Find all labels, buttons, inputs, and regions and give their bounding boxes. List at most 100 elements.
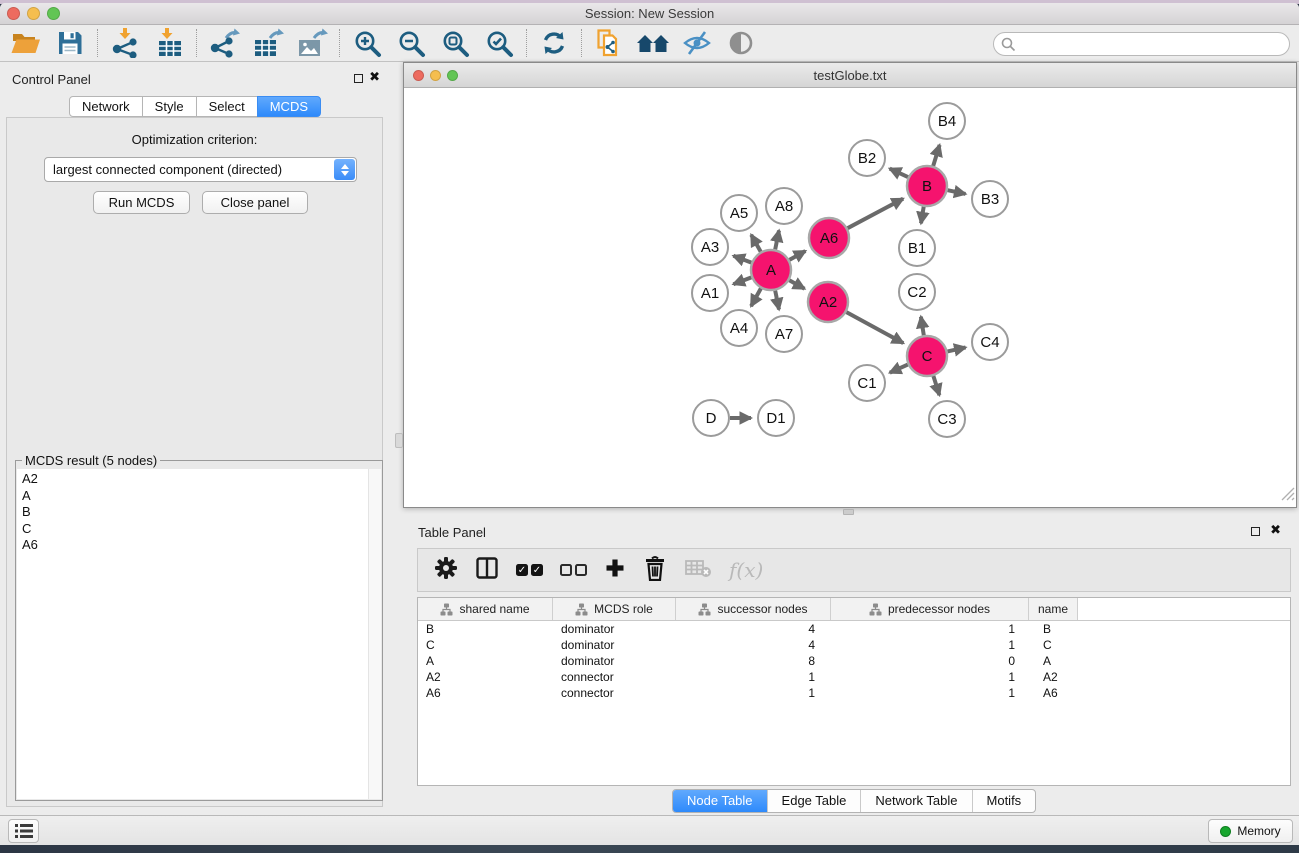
graph-edge[interactable] [890,169,908,178]
table-row[interactable]: A2connector11A2 [418,669,1290,685]
column-label: name [1038,602,1068,616]
graph-node-label: A1 [701,285,719,302]
table-header-row: shared name MCDS role successor nodes [418,598,1290,621]
task-history-button[interactable] [8,819,39,843]
export-table-button[interactable] [248,27,288,59]
create-column-button[interactable] [604,557,626,584]
function-builder-button[interactable]: f(x) [729,558,763,582]
graph-edge[interactable] [733,256,751,263]
open-session-button[interactable] [6,27,46,59]
graph-edge[interactable] [733,277,751,284]
zoom-in-button[interactable] [347,27,387,59]
mcds-result-item[interactable]: A [17,488,368,505]
window-resize-grip[interactable] [1281,487,1295,506]
tab-mcds[interactable]: MCDS [257,96,321,117]
column-header-mcds-role[interactable]: MCDS role [553,598,676,620]
toolbar-separator [97,29,98,57]
graph-edge[interactable] [848,199,904,229]
criterion-select[interactable]: largest connected component (directed) [44,157,357,182]
import-table-button[interactable] [149,27,189,59]
app-title: Session: New Session [0,6,1299,21]
zoom-selected-button[interactable] [479,27,519,59]
close-panel-button[interactable]: Close panel [202,191,308,214]
zoom-fit-button[interactable] [435,27,475,59]
graph-edge[interactable] [751,288,761,306]
table-row[interactable]: Adominator80A [418,653,1290,669]
graph-edge[interactable] [890,365,908,373]
table-body: Bdominator41BCdominator41CAdominator80AA… [418,621,1290,701]
graph-edge[interactable] [775,231,779,250]
import-network-button[interactable] [105,27,145,59]
tab-style[interactable]: Style [142,96,197,117]
show-all-button[interactable] [721,27,761,59]
graph-edge[interactable] [933,376,939,395]
select-all-columns-button[interactable]: ✓ ✓ [516,564,543,576]
graph-edge[interactable] [948,347,966,351]
delete-table-button[interactable] [684,557,712,584]
table-settings-button[interactable] [434,556,458,585]
clone-network-icon [594,28,624,58]
graph-edge[interactable] [775,291,779,310]
table-row[interactable]: A6connector11A6 [418,685,1290,701]
zoom-out-button[interactable] [391,27,431,59]
column-label: MCDS role [594,602,653,616]
result-list-scrollbar[interactable] [368,469,381,799]
memory-label: Memory [1237,824,1280,838]
graph-edge[interactable] [921,317,924,336]
graph-edge[interactable] [921,207,924,224]
save-session-button[interactable] [50,27,90,59]
horizontal-splitter-handle[interactable] [843,509,854,515]
run-mcds-button[interactable]: Run MCDS [93,191,190,214]
graph-node-label: A2 [819,294,837,311]
graph-edge[interactable] [751,235,761,252]
close-panel-icon[interactable]: ✖ [369,70,380,84]
tab-edge-table[interactable]: Edge Table [767,790,861,812]
first-neighbors-button[interactable] [633,27,673,59]
clone-network-button[interactable] [589,27,629,59]
network-window-titlebar[interactable]: testGlobe.txt [404,63,1296,88]
zoom-selected-icon [485,29,514,58]
float-panel-icon[interactable] [354,74,363,83]
graph-edge[interactable] [933,145,939,166]
table-row[interactable]: Bdominator41B [418,621,1290,637]
tab-select[interactable]: Select [196,96,258,117]
search-input[interactable] [993,32,1290,56]
export-network-button[interactable] [204,27,244,59]
mcds-result-item[interactable]: B [17,504,368,521]
toolbar-separator [339,29,340,57]
memory-button[interactable]: Memory [1208,819,1293,843]
tab-network[interactable]: Network [69,96,143,117]
graph-edge[interactable] [846,312,903,343]
tab-node-table[interactable]: Node Table [673,790,767,812]
table-cell: 4 [676,622,831,636]
column-header-shared-name[interactable]: shared name [418,598,553,620]
tab-network-table[interactable]: Network Table [860,790,971,812]
mcds-result-item[interactable]: C [17,521,368,538]
close-table-panel-icon[interactable]: ✖ [1270,523,1281,537]
table-cell: 1 [831,686,1029,700]
mcds-result-item[interactable]: A6 [17,537,368,554]
refresh-button[interactable] [534,27,574,59]
table-panel-tabs: Node Table Edge Table Network Table Moti… [672,789,1036,813]
column-header-successor-nodes[interactable]: successor nodes [676,598,831,620]
vertical-splitter-handle[interactable] [395,433,403,448]
column-header-name[interactable]: name [1029,598,1078,620]
toggle-panels-button[interactable] [475,556,499,585]
mcds-result-item[interactable]: A2 [17,469,368,488]
network-canvas[interactable]: B4B2BB3A8A5A6A3B1AC2A1A2A4A7C4CC1DD1C3 [404,88,1296,507]
app-window: Session: New Session [0,3,1299,845]
table-row[interactable]: Cdominator41C [418,637,1290,653]
graph-edge[interactable] [948,190,966,194]
float-table-panel-icon[interactable] [1251,527,1260,536]
graph-edge[interactable] [789,251,805,260]
deselect-all-columns-button[interactable] [560,564,587,576]
tab-motifs[interactable]: Motifs [972,790,1036,812]
network-window: testGlobe.txt B4B2BB3A8A5A6A3B1AC2A1A2A4… [403,62,1297,508]
export-image-button[interactable] [292,27,332,59]
hide-selected-button[interactable] [677,27,717,59]
search-field-wrap [993,32,1290,56]
graph-edge[interactable] [789,280,804,289]
delete-column-button[interactable] [643,555,667,586]
column-header-predecessor-nodes[interactable]: predecessor nodes [831,598,1029,620]
graph-node-label: A7 [775,326,793,343]
